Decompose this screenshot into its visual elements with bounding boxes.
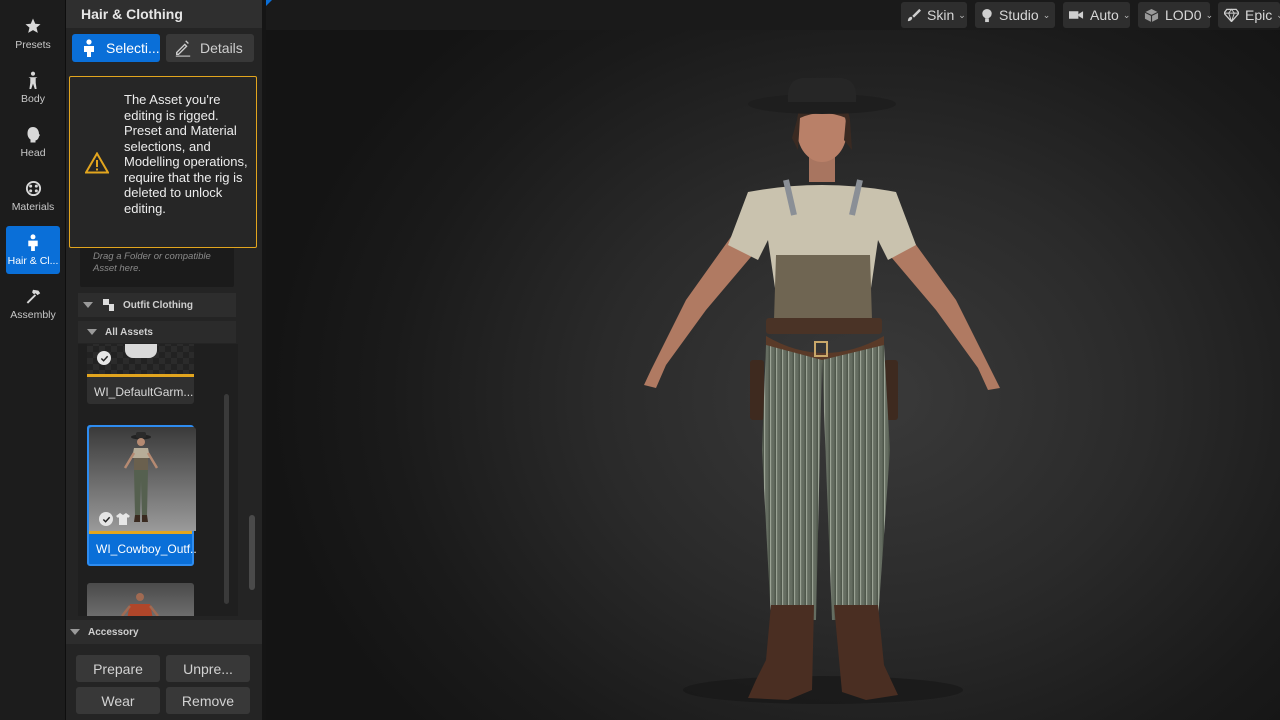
panel-scrollbar[interactable]	[249, 515, 255, 590]
asset-name: WI_Cowboy_Outf...	[96, 542, 196, 556]
quality-dropdown[interactable]: Epic ⌄	[1218, 2, 1280, 28]
camera-dropdown[interactable]: Auto ⌄	[1063, 2, 1130, 28]
tab-details-label: Details	[200, 40, 243, 56]
rail-item-body[interactable]: Body	[6, 64, 60, 112]
lod-dropdown[interactable]: LOD0 ⌄	[1138, 2, 1213, 28]
gem-icon	[1224, 7, 1239, 23]
collapse-triangle-icon	[87, 329, 97, 335]
rail-label: Hair & Cl...	[7, 255, 59, 267]
3d-viewport[interactable]	[266, 0, 1280, 720]
check-icon	[97, 351, 111, 365]
drop-zone-hint: Drag a Folder or compatible Asset here.	[93, 251, 211, 274]
asset-name: WI_DefaultGarm...	[94, 385, 194, 399]
warning-text: The Asset you're editing is rigged. Pres…	[124, 92, 248, 216]
tab-selection[interactable]: Selecti...	[72, 34, 160, 62]
outfit-icon	[101, 297, 117, 313]
cube-icon	[1144, 7, 1159, 23]
skin-label: Skin	[927, 7, 955, 23]
rail-item-presets[interactable]: Presets	[6, 10, 60, 58]
studio-label: Studio	[999, 7, 1039, 23]
camera-icon	[1069, 7, 1084, 23]
asset-list-scroll-thumb[interactable]	[224, 394, 229, 604]
head-icon	[23, 124, 43, 144]
viewport-corner-marker	[266, 0, 272, 6]
outfit-clothing-section-header[interactable]: Outfit Clothing	[78, 293, 236, 317]
chevron-down-icon: ⌄	[1122, 9, 1131, 20]
rigged-asset-warning: The Asset you're editing is rigged. Pres…	[69, 76, 257, 248]
rail-item-hair-clothing[interactable]: Hair & Cl...	[6, 226, 60, 274]
asset-name	[87, 613, 194, 616]
rail-item-materials[interactable]: Materials	[6, 172, 60, 220]
auto-label: Auto	[1090, 7, 1119, 23]
prepare-button[interactable]: Prepare	[76, 655, 160, 682]
accessory-label: Accessory	[88, 626, 139, 638]
chevron-down-icon: ⌄	[958, 9, 966, 20]
chevron-down-icon: ⌄	[1042, 9, 1051, 20]
lighting-dropdown[interactable]: Studio ⌄	[975, 2, 1055, 28]
quality-label: Epic	[1245, 7, 1273, 23]
rail-label: Presets	[15, 39, 51, 51]
asset-drop-zone[interactable]: Drag a Folder or compatible Asset here.	[80, 245, 234, 287]
asset-tile-cowboy-outfit[interactable]: WI_Cowboy_Outf...	[87, 425, 196, 566]
tshirt-icon	[116, 512, 130, 525]
tab-selection-label: Selecti...	[106, 40, 160, 56]
accessory-section-header[interactable]: Accessory	[66, 620, 262, 644]
all-assets-header[interactable]: All Assets	[78, 321, 236, 343]
remove-button[interactable]: Remove	[166, 687, 250, 714]
chevron-down-icon: ⌄	[1205, 9, 1214, 20]
materials-icon	[23, 178, 43, 198]
rail-label: Assembly	[10, 309, 56, 321]
lightbulb-icon	[981, 7, 993, 23]
all-assets-label: All Assets	[105, 326, 153, 338]
rail-item-head[interactable]: Head	[6, 118, 60, 166]
rail-label: Head	[20, 147, 46, 159]
body-icon	[23, 70, 43, 90]
check-icon	[99, 512, 113, 526]
asset-tile-default-garment[interactable]: WI_DefaultGarm...	[87, 344, 194, 404]
asset-list: WI_DefaultGarm... WI_Cowboy_Outf...	[78, 344, 238, 616]
unprepare-button[interactable]: Unpre...	[166, 655, 250, 682]
person-icon	[78, 37, 100, 59]
tab-details[interactable]: Details	[166, 34, 254, 62]
rail-label: Materials	[11, 201, 55, 213]
asset-thumbnail	[87, 583, 194, 616]
collapse-triangle-icon	[83, 302, 93, 308]
hair-clothing-icon	[23, 232, 43, 252]
rail-label: Body	[21, 93, 45, 105]
lod-label: LOD0	[1165, 7, 1202, 23]
wear-button[interactable]: Wear	[76, 687, 160, 714]
pencil-icon	[172, 37, 194, 59]
collapse-triangle-icon	[70, 629, 80, 635]
rail-item-assembly[interactable]: Assembly	[6, 280, 60, 328]
left-nav-rail: Presets Body Head Materials Hair & Cl...…	[0, 0, 66, 720]
skin-dropdown[interactable]: Skin ⌄	[901, 2, 967, 28]
skin-brush-icon	[907, 7, 921, 23]
panel-title: Hair & Clothing	[66, 0, 262, 28]
outfit-clothing-label: Outfit Clothing	[123, 299, 193, 311]
chevron-down-icon: ⌄	[1276, 10, 1280, 21]
warning-icon	[84, 151, 110, 174]
star-icon	[23, 16, 43, 36]
hammer-icon	[23, 286, 43, 306]
character-model	[644, 78, 1000, 704]
asset-tile-outfit-3[interactable]	[87, 583, 194, 616]
